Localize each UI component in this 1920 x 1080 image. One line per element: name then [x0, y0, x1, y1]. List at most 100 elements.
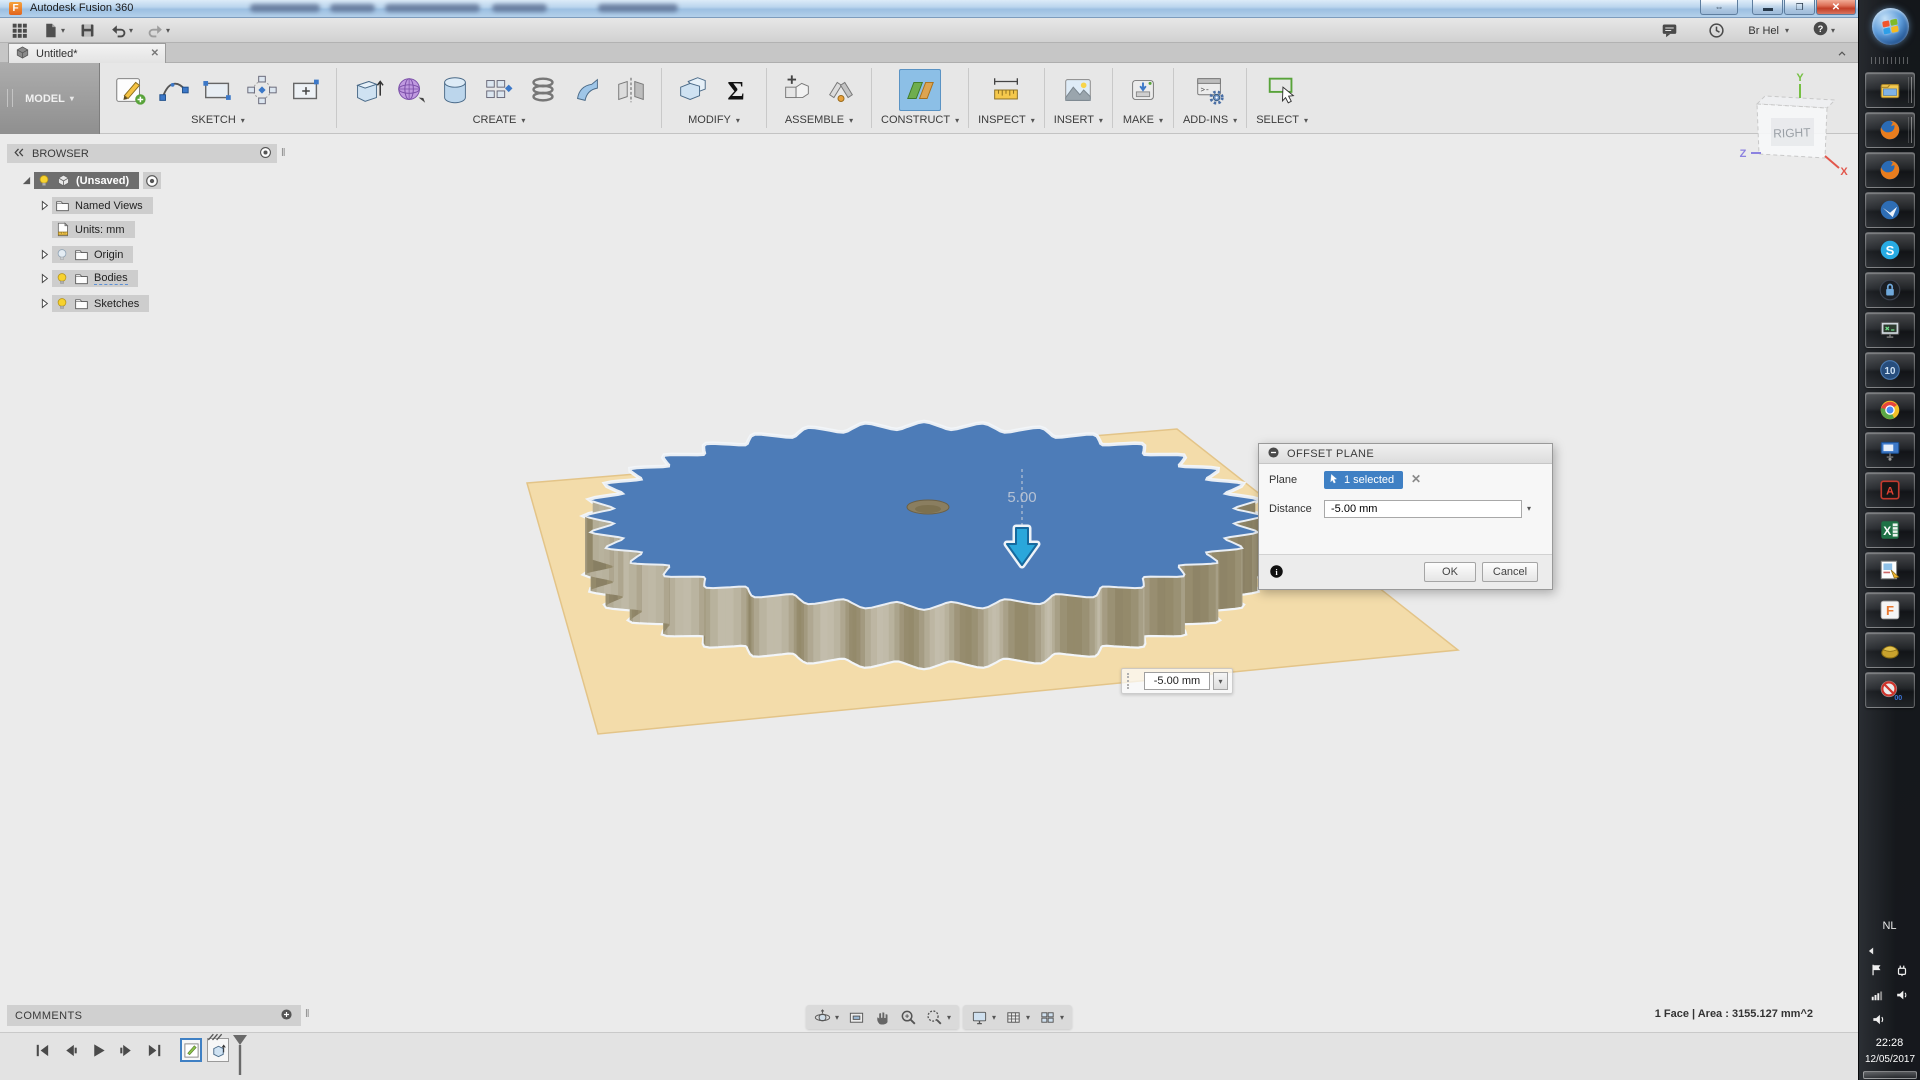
file-new-button[interactable]: ▾ [35, 18, 72, 43]
distance-input[interactable]: -5.00 mm [1324, 500, 1522, 518]
ribbon-group-label[interactable]: CONSTRUCT▾ [881, 114, 959, 126]
taskbar-grip[interactable] [1871, 57, 1911, 64]
window-close-button[interactable]: ✕ [1816, 0, 1856, 15]
taskbar-firefox-button[interactable] [1865, 112, 1915, 148]
activate-radio-icon[interactable] [145, 174, 159, 188]
chevron-up-icon[interactable] [1836, 48, 1848, 60]
circular-pattern-tool[interactable] [241, 69, 283, 111]
viewcube-face-label[interactable]: RIGHT [1773, 125, 1811, 140]
redo-button[interactable]: ▾ [140, 18, 177, 43]
spline-tool[interactable] [153, 69, 195, 111]
taskbar-windows-explorer-button[interactable] [1865, 72, 1915, 108]
ribbon-group-label[interactable]: INSERT▾ [1054, 114, 1103, 126]
power-status-icon[interactable] [1895, 963, 1909, 977]
browser-node-bodies[interactable]: Bodies [36, 270, 138, 287]
document-tab[interactable]: Untitled* ✕ [8, 43, 166, 63]
info-icon[interactable]: i [1269, 564, 1284, 582]
view-cube[interactable]: RIGHTYXZ [1735, 72, 1860, 180]
browser-node--unsaved-[interactable]: (Unsaved) [18, 172, 161, 189]
dialog-collapse-icon[interactable] [1267, 446, 1280, 459]
add-comment-icon[interactable] [280, 1008, 293, 1024]
save-button[interactable] [72, 18, 103, 43]
grid-display-button[interactable]: ▾ [1005, 1009, 1030, 1026]
display-settings-button[interactable]: ▾ [971, 1009, 996, 1026]
create-sketch-tool[interactable] [109, 69, 151, 111]
distance-dropdown-icon[interactable]: ▾ [1527, 504, 1531, 513]
undo-button[interactable]: ▾ [103, 18, 140, 43]
step-back-button[interactable] [62, 1042, 79, 1059]
play-button[interactable] [90, 1042, 107, 1059]
taskbar-remote-desktop-button[interactable] [1865, 312, 1915, 348]
ribbon-group-label[interactable]: ASSEMBLE▾ [785, 114, 853, 126]
look-at-button[interactable] [848, 1009, 865, 1026]
taskbar-app-10-button[interactable]: 10 [1865, 352, 1915, 388]
cancel-button[interactable]: Cancel [1482, 562, 1538, 582]
browser-node-sketches[interactable]: Sketches [36, 295, 149, 312]
flyout-grip[interactable] [1127, 673, 1129, 689]
browser-node-units-mm[interactable]: Units: mm [36, 221, 135, 238]
step-forward-button[interactable] [118, 1042, 135, 1059]
action-center-icon[interactable] [1870, 963, 1884, 977]
collapse-panel-icon[interactable] [12, 146, 25, 159]
window-resize-toggle-button[interactable]: ⇔ [1700, 0, 1738, 15]
pan-button[interactable] [874, 1009, 891, 1026]
mirror-tool[interactable] [610, 69, 652, 111]
joint-tool[interactable] [820, 69, 862, 111]
taskbar-thunderbird-button[interactable] [1865, 192, 1915, 228]
press-pull-tool[interactable] [671, 69, 713, 111]
change-parameters-tool[interactable]: Σ [715, 69, 757, 111]
rectangular-pattern-tool[interactable] [478, 69, 520, 111]
taskbar-presentation-button[interactable] [1865, 432, 1915, 468]
network-status-icon[interactable] [1870, 988, 1884, 1002]
expander-icon[interactable] [20, 174, 33, 187]
taskbar-skype-button[interactable]: S [1865, 232, 1915, 268]
new-body-tool[interactable] [346, 69, 388, 111]
taskbar-firefox-2-button[interactable] [1865, 152, 1915, 188]
browser-panel-header[interactable]: BROWSER [7, 144, 277, 163]
go-to-end-button[interactable] [146, 1042, 163, 1059]
two-point-rectangle-tool[interactable] [197, 69, 239, 111]
dialog-header[interactable]: OFFSET PLANE [1259, 444, 1552, 464]
expander-icon[interactable] [38, 272, 51, 285]
window-zoom-button[interactable]: ▾ [926, 1009, 951, 1026]
app-grid-button[interactable] [4, 18, 35, 43]
workspace-switcher[interactable]: MODEL ▾ [0, 63, 100, 134]
volume-icon[interactable] [1871, 1012, 1886, 1032]
print-3d-tool[interactable] [1122, 69, 1164, 111]
orbit-button[interactable]: ▾ [814, 1009, 839, 1026]
expander-icon[interactable] [38, 248, 51, 261]
feedback-icon[interactable] [1654, 18, 1685, 43]
sketch-feature[interactable] [180, 1038, 202, 1062]
coil-tool[interactable] [522, 69, 564, 111]
browser-node-named-views[interactable]: Named Views [36, 197, 153, 214]
taskbar-fusion-360-button[interactable]: F [1865, 592, 1915, 628]
attached-canvas-tool[interactable] [1057, 69, 1099, 111]
expander-icon[interactable] [38, 297, 51, 310]
plane-selection-chip[interactable]: 1 selected [1324, 471, 1403, 489]
visibility-bulb-icon[interactable] [55, 297, 69, 311]
ribbon-group-label[interactable]: SELECT▾ [1256, 114, 1308, 126]
3d-viewport[interactable]: 5.00 [0, 135, 1858, 1080]
project-include-tool[interactable] [285, 69, 327, 111]
show-hidden-icons[interactable] [1865, 944, 1877, 962]
collapse-panel-icon[interactable] [12, 146, 25, 162]
visibility-bulb-icon[interactable] [55, 272, 69, 286]
panel-dot-icon[interactable] [259, 146, 272, 162]
new-component-tool[interactable] [776, 69, 818, 111]
taskbar-lock-tool-button[interactable] [1865, 272, 1915, 308]
window-minimize-button[interactable] [1752, 0, 1783, 15]
expander-icon[interactable] [38, 199, 51, 212]
taskbar-image-editor-button[interactable] [1865, 552, 1915, 588]
clock-date[interactable]: 12/05/2017 [1853, 1054, 1920, 1065]
user-account-menu[interactable]: Br Hel▾ [1748, 25, 1789, 37]
tab-close-icon[interactable]: ✕ [151, 48, 159, 59]
add-comment-icon[interactable] [280, 1008, 293, 1021]
scripts-add-ins-tool[interactable]: >- [1189, 69, 1231, 111]
ribbon-group-label[interactable]: MAKE▾ [1123, 114, 1163, 126]
ribbon-group-label[interactable]: MODIFY▾ [688, 114, 740, 126]
help-menu[interactable]: ?▾ [1805, 18, 1842, 43]
volume-mini-icon[interactable] [1895, 988, 1909, 1002]
taskbar-blocker-button[interactable]: 00 [1865, 672, 1915, 708]
cylinder-tool[interactable] [434, 69, 476, 111]
viewports-button[interactable]: ▾ [1039, 1009, 1064, 1026]
